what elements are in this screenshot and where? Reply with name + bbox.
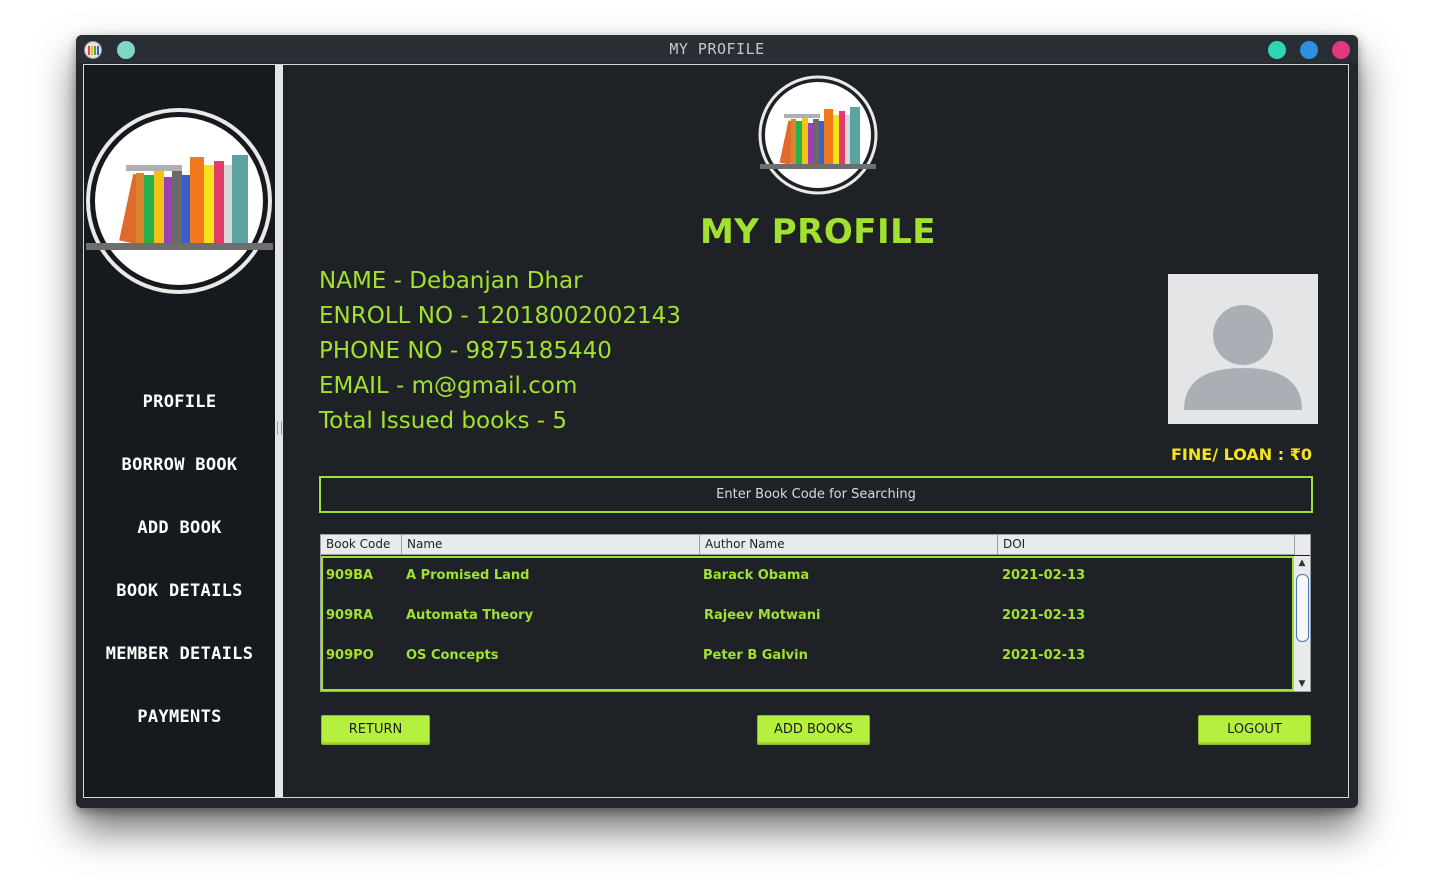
cell-name: Automata Theory xyxy=(406,608,534,623)
cell-author: Barack Obama xyxy=(703,568,810,583)
app-window: MY PROFILE PROFILE BORROW BOOK ADD BOOK … xyxy=(76,35,1358,808)
book-code-search-input[interactable] xyxy=(319,476,1313,513)
splitter-grip-icon xyxy=(277,421,282,435)
table-row[interactable]: 909BA A Promised Land Barack Obama 2021-… xyxy=(323,558,1292,598)
splitter-handle[interactable] xyxy=(275,65,283,797)
nav-payments[interactable]: PAYMENTS xyxy=(84,707,275,727)
cell-author: Peter B Galvin xyxy=(703,648,808,663)
nav-profile[interactable]: PROFILE xyxy=(84,392,275,412)
close-button[interactable] xyxy=(1332,41,1350,59)
cell-doi: 2021-02-13 xyxy=(1002,648,1086,663)
table-body: 909BA A Promised Land Barack Obama 2021-… xyxy=(321,556,1294,691)
fine-loan-label: FINE/ LOAN : ₹0 xyxy=(1171,445,1312,464)
table-scrollbar[interactable]: ▲ ▼ xyxy=(1294,556,1310,691)
column-header-name[interactable]: Name xyxy=(402,535,700,554)
page-title: MY PROFILE xyxy=(699,212,937,252)
nav-book-details[interactable]: BOOK DETAILS xyxy=(84,581,275,601)
nav-add-book[interactable]: ADD BOOK xyxy=(84,518,275,538)
cell-doi: 2021-02-13 xyxy=(1002,568,1086,583)
user-avatar-icon xyxy=(1168,274,1318,424)
profile-name: NAME - Debanjan Dhar xyxy=(319,268,583,294)
nav-borrow-book[interactable]: BORROW BOOK xyxy=(84,455,275,475)
profile-email: EMAIL - m@gmail.com xyxy=(319,373,578,399)
cell-book-code: 909RA xyxy=(326,608,374,623)
profile-phone: PHONE NO - 9875185440 xyxy=(319,338,612,364)
issued-books-table: Book Code Name Author Name DOI 909BA A P… xyxy=(320,534,1311,692)
table-header: Book Code Name Author Name DOI xyxy=(321,535,1294,555)
column-header-book-code[interactable]: Book Code xyxy=(321,535,402,554)
content-frame: PROFILE BORROW BOOK ADD BOOK BOOK DETAIL… xyxy=(83,64,1349,798)
cell-name: A Promised Land xyxy=(406,568,530,583)
scroll-up-icon[interactable]: ▲ xyxy=(1294,556,1310,570)
cell-book-code: 909PO xyxy=(326,648,374,663)
column-header-doi[interactable]: DOI xyxy=(998,535,1294,554)
scroll-down-icon[interactable]: ▼ xyxy=(1294,677,1310,691)
profile-enroll: ENROLL NO - 12018002002143 xyxy=(319,303,681,329)
column-header-author[interactable]: Author Name xyxy=(700,535,998,554)
cell-book-code: 909BA xyxy=(326,568,374,583)
logout-button[interactable]: LOGOUT xyxy=(1198,715,1311,745)
books-logo xyxy=(758,75,878,195)
window-title: MY PROFILE xyxy=(669,40,765,58)
books-logo xyxy=(86,108,273,294)
cell-author: Rajeev Motwani xyxy=(704,608,821,623)
nav-member-details[interactable]: MEMBER DETAILS xyxy=(84,644,275,664)
cell-doi: 2021-02-13 xyxy=(1002,608,1086,623)
minimize-button[interactable] xyxy=(1268,41,1286,59)
table-corner xyxy=(1294,535,1310,555)
table-row[interactable]: 909RA Automata Theory Rajeev Motwani 202… xyxy=(323,598,1292,638)
profile-issued-books: Total Issued books - 5 xyxy=(319,408,568,434)
table-row[interactable]: 909PO OS Concepts Peter B Galvin 2021-02… xyxy=(323,638,1292,678)
maximize-button[interactable] xyxy=(1300,41,1318,59)
return-button[interactable]: RETURN xyxy=(321,715,430,745)
cell-name: OS Concepts xyxy=(406,648,499,663)
add-books-button[interactable]: ADD BOOKS xyxy=(757,715,870,745)
scroll-thumb[interactable] xyxy=(1296,574,1309,642)
main-panel: MY PROFILE NAME - Debanjan Dhar ENROLL N… xyxy=(283,65,1348,797)
sidebar: PROFILE BORROW BOOK ADD BOOK BOOK DETAIL… xyxy=(84,65,275,797)
title-bar: MY PROFILE xyxy=(76,35,1358,63)
